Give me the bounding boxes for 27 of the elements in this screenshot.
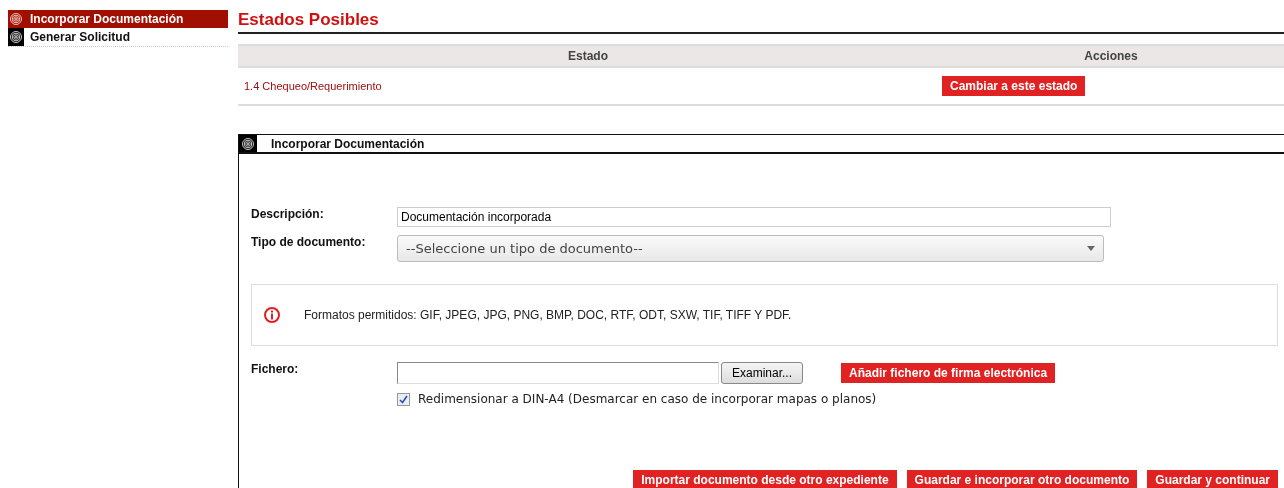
field-label: Fichero: <box>251 362 300 376</box>
document-type-select[interactable]: --Seleccione un tipo de documento-- <box>397 235 1104 262</box>
checkbox-label: Redimensionar a DIN-A4 (Desmarcar en caso de incorporar mapas o planos) <box>418 392 877 406</box>
add-signature-button[interactable]: Añadir fichero de firma electrónica <box>841 363 1056 383</box>
info-icon <box>264 307 280 323</box>
sidebar-item[interactable]: Incorporar Documentación <box>8 10 228 28</box>
field-label: Descripción: <box>251 207 325 221</box>
column-header: Acciones <box>1084 49 1138 63</box>
field-label: Tipo de documento: <box>251 235 367 249</box>
target-icon <box>10 31 22 43</box>
state-name: 1.4 Chequeo/Requerimiento <box>243 80 383 92</box>
action-button[interactable]: Importar documento desde otro expediente <box>633 470 897 488</box>
target-icon <box>10 13 22 25</box>
info-text: Formatos permitidos: GIF, JPEG, JPG, PNG, BMP, DOC, RTF, ODT, SXW, TIF, TIFF Y PDF. <box>304 308 792 322</box>
browse-button[interactable]: Examinar... <box>721 362 804 384</box>
action-button[interactable]: Guardar e incorporar otro documento <box>906 470 1138 488</box>
description-field[interactable]: Documentación incorporada <box>397 207 1111 227</box>
checkbox[interactable] <box>397 392 410 406</box>
section-title: Estados Posibles <box>238 10 1284 34</box>
action-button[interactable]: Guardar y continuar <box>1147 470 1278 488</box>
change-state-button[interactable]: Cambiar a este estado <box>942 76 1086 96</box>
sidebar-item[interactable]: Generar Solicitud <box>8 28 228 47</box>
panel-title: Incorporar Documentación <box>271 136 425 151</box>
target-icon <box>242 137 254 150</box>
file-field[interactable] <box>397 362 719 384</box>
caret-icon <box>1087 246 1095 251</box>
column-header: Estado <box>568 49 608 63</box>
